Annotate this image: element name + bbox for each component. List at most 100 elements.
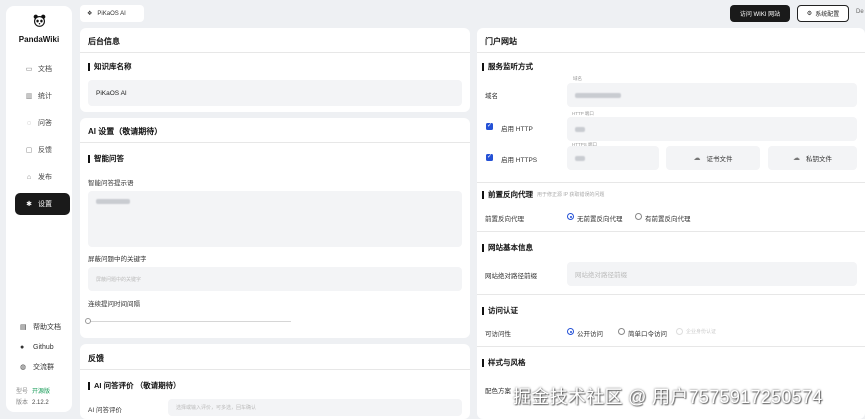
site-path-label: 网站绝对路径前缀 [485,273,537,280]
key-file-button[interactable]: ☁ 私钥文件 [768,146,857,170]
sidebar-links: ▤ 帮助文档 ● Github ◍ 交流群 [20,317,72,377]
section-title: AI 问答评价 （敬请期待） [88,380,181,391]
has-proxy-radio[interactable] [635,213,642,220]
community-group-link[interactable]: ◍ 交流群 [20,357,72,377]
section-title: 样式与风格 [482,357,526,368]
visit-wiki-button[interactable]: 访问 WIKI 网站 [730,5,790,22]
https-label: 启用 HTTPS [501,157,538,164]
sso-access-label: 企业身份认证 [686,329,717,335]
site-path-input[interactable]: 网站绝对路径前缀 [567,262,857,286]
proxy-label: 前置反向代理 [485,216,524,223]
knowledge-base-selector[interactable]: ❖ PiKaOS AI [80,5,144,22]
divider [80,142,470,143]
sidebar-item-feedback[interactable]: ▢ 反馈 [15,139,70,161]
community-group-label: 交流群 [33,364,54,371]
divider [477,294,865,295]
cloud-upload-icon: ☁ [693,155,701,162]
https-port-input[interactable] [567,146,659,170]
sidebar-item-label: 反馈 [38,147,52,154]
divider [477,182,865,183]
sidebar-item-label: 发布 [38,174,52,181]
system-config-label: 系统配置 [815,12,840,18]
system-config-button[interactable]: ⚙ 系统配置 [797,5,849,22]
has-proxy-label: 有前置反向代理 [645,216,691,223]
divider [477,231,865,232]
prompt-textarea[interactable] [88,191,462,247]
gear-icon: ⚙ [806,11,813,17]
interval-slider-track[interactable] [89,321,291,322]
proxy-section-title: 前置反向代理 [488,190,533,199]
blurred-domain-value [575,92,621,98]
sidebar-item-stats[interactable]: ▥ 统计 [15,85,70,107]
section-title: 智能问答 [88,153,124,164]
section-title: 前置反向代理 用于修正源 IP 获取错误的问题 [482,189,604,200]
group-icon: ◍ [20,364,27,371]
sidebar-item-settings[interactable]: ✱ 设置 [15,193,70,215]
http-checkbox[interactable]: ✓ [486,123,493,130]
password-access-radio[interactable] [618,328,625,335]
sso-access-radio[interactable] [676,328,683,335]
feedback-icon: ▢ [25,147,33,154]
version-info: 型号 开源版 版本 2.12.2 [16,387,50,409]
no-proxy-label: 无前置反向代理 [577,216,623,223]
blurred-placeholder [96,199,130,204]
kb-tab-label: PiKaOS AI [97,10,126,17]
backend-info-panel: 后台信息 知识库名称 PiKaOS AI [80,28,470,112]
github-label: Github [33,343,54,351]
cert-file-button[interactable]: ☁ 证书文件 [666,146,760,170]
domain-input[interactable] [567,83,857,107]
sidebar: PandaWiki ▭ 文档 ▥ 统计 ◌ 问答 ▢ 反馈 ⌂ 发布 ✱ 设置 … [6,6,72,412]
no-proxy-radio[interactable] [567,213,574,220]
key-file-label: 私钥文件 [806,156,832,163]
panel-title: 后台信息 [88,37,120,46]
panel-title: AI 设置（敬请期待） [88,127,163,136]
truncated-topbar-text: De [856,9,864,15]
section-title: 网站基本信息 [482,242,533,253]
edition-badge: 开源版 [32,389,51,395]
sidebar-item-docs[interactable]: ▭ 文档 [15,58,70,80]
divider [80,369,470,370]
https-checkbox[interactable]: ✓ [486,154,493,161]
section-title: 访问认证 [482,305,518,316]
section-title: 知识库名称 [88,61,132,72]
sidebar-item-publish[interactable]: ⌂ 发布 [15,166,70,188]
ai-eval-input[interactable]: 选择或输入评价，可多选，回车确认 [168,399,462,416]
version-label: 版本 [16,400,29,406]
http-label: 启用 HTTP [501,126,533,133]
interval-label: 连续提问时间间隔 [88,301,140,308]
chat-icon: ◌ [26,119,32,127]
github-link[interactable]: ● Github [20,337,72,357]
github-icon: ● [20,343,25,351]
domain-label: 域名 [485,93,498,100]
cert-file-label: 证书文件 [706,156,733,163]
publish-icon: ⌂ [26,173,32,181]
divider [80,52,470,53]
color-scheme-label: 配色方案 [485,388,511,395]
panda-small-icon: ❖ [87,11,93,17]
prompt-label: 智能问答提示语 [88,180,134,187]
kb-name-input[interactable]: PiKaOS AI [88,80,462,106]
domain-mini-label: 域名 [573,76,582,81]
app-name: PandaWiki [18,35,60,44]
panel-title: 反馈 [88,354,104,363]
section-title: 服务监听方式 [482,61,533,72]
gear-icon: ✱ [26,201,32,208]
block-words-label: 屏蔽问题中的关键字 [88,256,147,263]
password-access-label: 简单口令访问 [628,331,667,338]
help-doc-icon: ▤ [20,324,27,331]
help-docs-link[interactable]: ▤ 帮助文档 [20,317,72,337]
sidebar-item-label: 设置 [38,201,52,208]
public-access-radio[interactable] [567,328,574,335]
interval-slider-thumb[interactable] [85,318,91,324]
ai-settings-panel: AI 设置（敬请期待） 智能问答 智能问答提示语 屏蔽问题中的关键字 屏蔽问题中… [80,118,470,338]
document-icon: ▭ [25,66,33,73]
block-words-input[interactable]: 屏蔽问题中的关键字 [88,267,462,291]
edition-label: 型号 [16,389,29,395]
cloud-upload-icon: ☁ [793,155,800,162]
portal-panel: 门户网站 服务监听方式 域名 域名 ✓ 启用 HTTP HTTP 端口 ✓ 启用… [477,28,865,419]
sidebar-item-qa[interactable]: ◌ 问答 [15,112,70,134]
divider [477,346,865,347]
help-docs-label: 帮助文档 [33,324,61,331]
http-port-input[interactable] [567,117,857,141]
visibility-label: 可访问性 [485,331,511,338]
